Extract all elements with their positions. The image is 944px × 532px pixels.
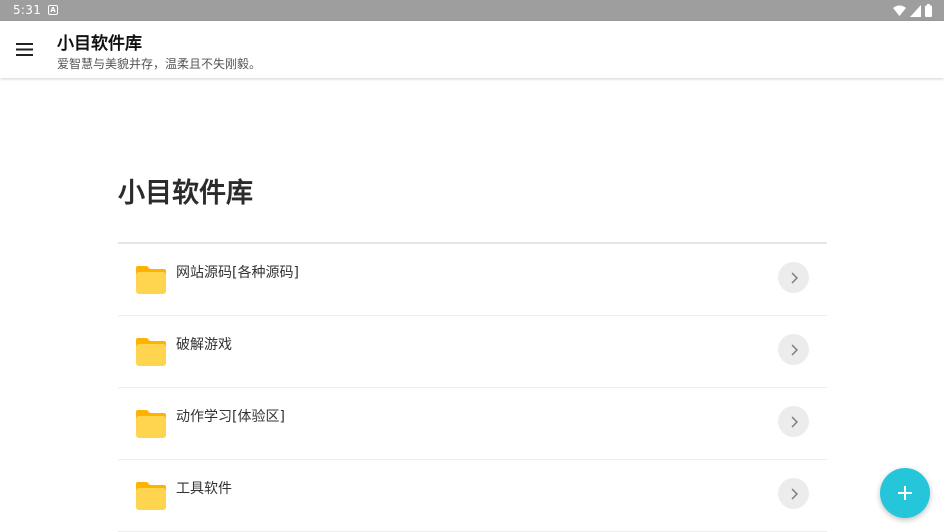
chevron-right-button[interactable] [778,406,809,437]
menu-icon [16,43,33,56]
category-list: 网站源码[各种源码] 破解游戏 动作学习[体验区] 工具软件 [118,244,827,532]
add-fab-button[interactable] [880,468,930,518]
plus-icon [898,486,912,500]
list-item-label: 破解游戏 [176,337,232,353]
status-time: 5:31 [13,3,42,17]
notification-icon: A [48,5,58,15]
chevron-right-icon [791,272,798,283]
status-icons [893,4,932,17]
list-item-cracked-games[interactable]: 破解游戏 [118,316,827,388]
app-subtitle: 爱智慧与美貌并存，温柔且不失刚毅。 [57,57,262,71]
signal-icon [910,4,921,17]
chevron-right-button[interactable] [778,478,809,509]
app-toolbar: 小目软件库 爱智慧与美貌并存，温柔且不失刚毅。 [0,21,944,78]
folder-icon [136,482,166,510]
chevron-right-button[interactable] [778,334,809,365]
list-item-website-source[interactable]: 网站源码[各种源码] [118,244,827,316]
list-item-label: 动作学习[体验区] [176,409,285,425]
app-title: 小目软件库 [57,34,142,54]
chevron-right-icon [791,416,798,427]
chevron-right-icon [791,488,798,499]
list-item-action-learning[interactable]: 动作学习[体验区] [118,388,827,460]
chevron-right-icon [791,344,798,355]
menu-button[interactable] [14,39,36,61]
list-item-label: 工具软件 [176,481,232,497]
folder-icon [136,410,166,438]
page-title: 小目软件库 [118,178,253,209]
folder-icon [136,266,166,294]
list-item-tools[interactable]: 工具软件 [118,460,827,532]
folder-icon [136,338,166,366]
status-bar: 5:31 A [0,0,944,21]
list-item-label: 网站源码[各种源码] [176,265,299,281]
wifi-icon [893,5,906,16]
battery-icon [925,4,932,17]
chevron-right-button[interactable] [778,262,809,293]
